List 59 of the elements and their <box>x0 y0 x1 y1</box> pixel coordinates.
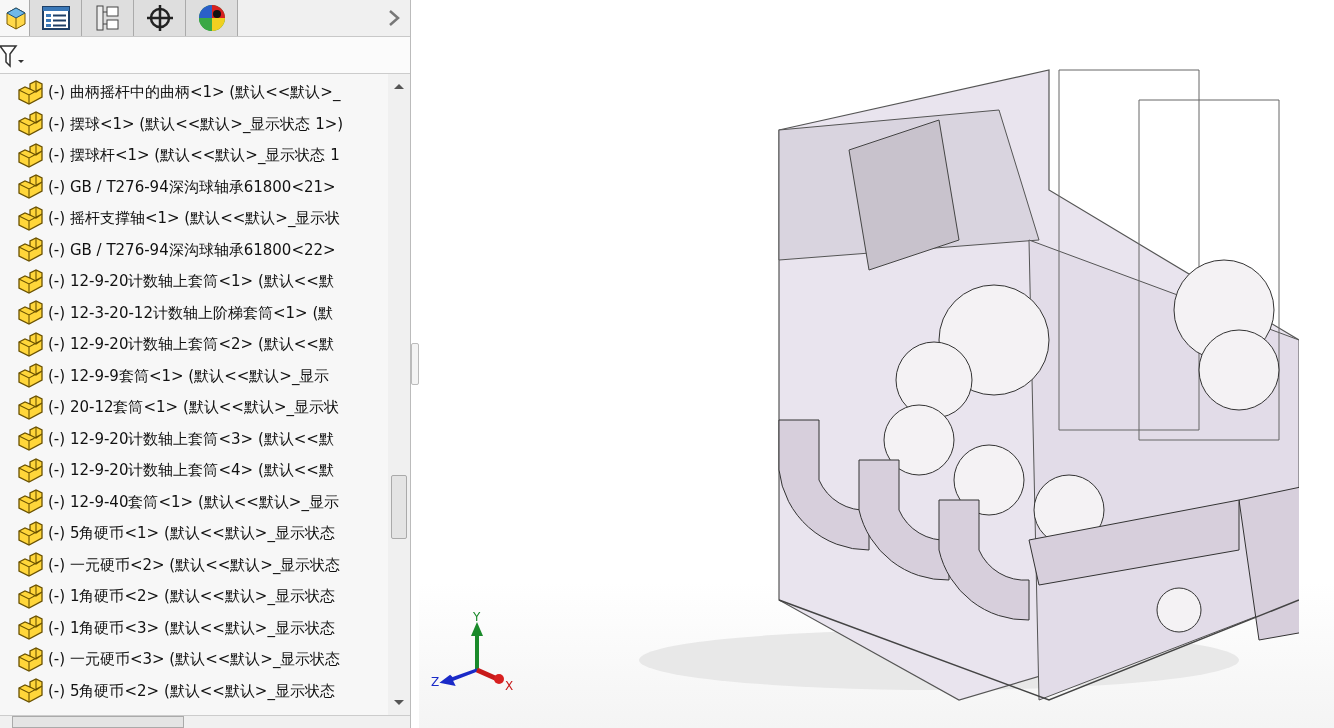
component-label[interactable]: (-) GB / T276-94深沟球轴承61800<21> <box>48 177 336 197</box>
component-label[interactable]: (-) GB / T276-94深沟球轴承61800<22> <box>48 240 336 260</box>
component-label[interactable]: (-) 1角硬币<3> (默认<<默认>_显示状态 <box>48 618 335 638</box>
component-label[interactable]: (-) 摇杆支撑轴<1> (默认<<默认>_显示状 <box>48 209 341 229</box>
part-icon <box>16 426 44 453</box>
part-icon <box>16 646 44 673</box>
x-axis-label: X <box>505 679 514 690</box>
part-icon <box>16 520 44 547</box>
panel-tab[interactable] <box>186 0 238 36</box>
component-label[interactable]: (-) 20-12套筒<1> (默认<<默认>_显示状 <box>48 398 339 418</box>
scroll-up-icon[interactable] <box>393 82 405 90</box>
color-ball-icon <box>197 4 226 32</box>
component-label[interactable]: (-) 12-9-20计数轴上套筒<3> (默认<<默 <box>48 429 334 449</box>
horizontal-scroll-thumb[interactable] <box>12 716 184 728</box>
z-axis-label: Z <box>431 675 440 689</box>
y-axis-label: Y <box>473 610 481 624</box>
vertical-scrollbar[interactable] <box>388 74 410 715</box>
list-icon <box>41 6 70 30</box>
part-icon <box>16 457 44 484</box>
part-icon <box>16 142 44 169</box>
part-icon <box>16 79 44 106</box>
panel-tab[interactable] <box>30 0 82 36</box>
part-icon <box>16 300 44 327</box>
scroll-thumb[interactable] <box>391 475 407 539</box>
crosshair-icon <box>145 4 174 32</box>
component-label[interactable]: (-) 一元硬币<3> (默认<<默认>_显示状态 <box>48 650 341 670</box>
part-icon <box>16 205 44 232</box>
chevron-right-icon[interactable] <box>388 9 400 27</box>
part-icon <box>16 394 44 421</box>
panel-tab[interactable] <box>134 0 186 36</box>
part-icon <box>16 174 44 201</box>
part-icon <box>16 363 44 390</box>
hierarchy-icon <box>94 4 121 32</box>
component-label[interactable]: (-) 摆球杆<1> (默认<<默认>_显示状态 1 <box>48 146 340 166</box>
part-icon <box>16 111 44 138</box>
cube-icon <box>3 5 29 31</box>
scroll-down-icon[interactable] <box>393 699 405 707</box>
filter-icon[interactable] <box>0 42 26 68</box>
component-label[interactable]: (-) 12-9-9套筒<1> (默认<<默认>_显示 <box>48 366 330 386</box>
part-icon <box>16 615 44 642</box>
part-icon <box>16 583 44 610</box>
component-label[interactable]: (-) 一元硬币<2> (默认<<默认>_显示状态 <box>48 555 341 575</box>
part-icon <box>16 678 44 705</box>
component-label[interactable]: (-) 12-9-40套筒<1> (默认<<默认>_显示 <box>48 492 339 512</box>
component-label[interactable]: (-) 1角硬币<2> (默认<<默认>_显示状态 <box>48 587 335 607</box>
part-icon <box>16 489 44 516</box>
part-icon <box>16 552 44 579</box>
part-icon <box>16 237 44 264</box>
component-label[interactable]: (-) 摆球<1> (默认<<默认>_显示状态 1>) <box>48 114 344 134</box>
component-label[interactable]: (-) 5角硬币<1> (默认<<默认>_显示状态 <box>48 524 335 544</box>
component-label[interactable]: (-) 12-9-20计数轴上套筒<1> (默认<<默 <box>48 272 334 292</box>
component-label[interactable]: (-) 12-9-20计数轴上套筒<4> (默认<<默 <box>48 461 334 481</box>
component-label[interactable]: (-) 12-3-20-12计数轴上阶梯套筒<1> (默 <box>48 303 334 323</box>
component-label[interactable]: (-) 5角硬币<2> (默认<<默认>_显示状态 <box>48 681 335 701</box>
component-label[interactable]: (-) 曲柄摇杆中的曲柄<1> (默认<<默认>_ <box>48 83 341 103</box>
component-label[interactable]: (-) 12-9-20计数轴上套筒<2> (默认<<默 <box>48 335 334 355</box>
splitter-handle[interactable] <box>411 343 419 385</box>
part-icon <box>16 331 44 358</box>
part-icon <box>16 268 44 295</box>
